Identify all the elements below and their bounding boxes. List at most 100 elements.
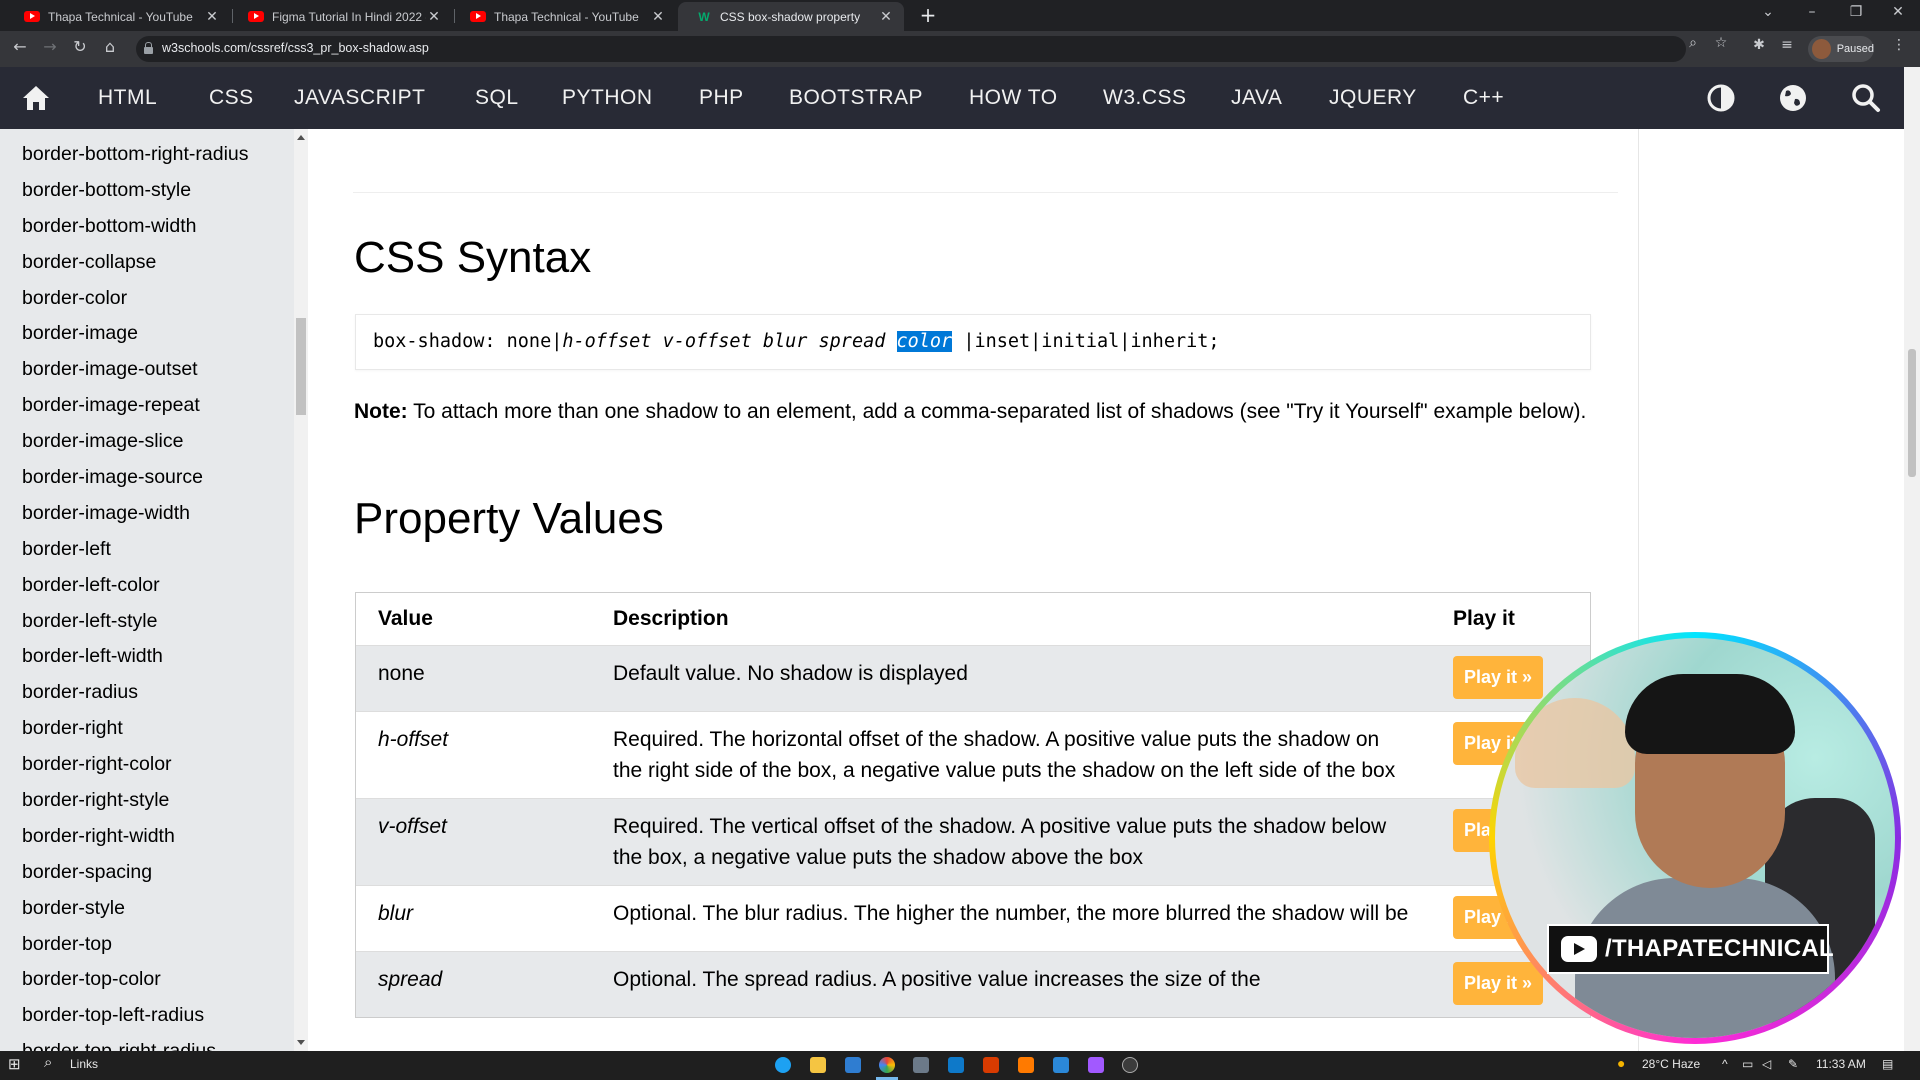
sidebar-item[interactable]: border-top-right-radius: [22, 1038, 249, 1051]
browser-tab[interactable]: Figma Tutorial In Hindi 2022 - Yo ✕: [230, 2, 452, 31]
file-explorer-icon[interactable]: [810, 1057, 826, 1073]
close-icon[interactable]: ✕: [426, 8, 442, 25]
nav-java[interactable]: JAVA: [1231, 86, 1282, 110]
sidebar-item[interactable]: border-bottom-width: [22, 213, 249, 249]
nav-cpp[interactable]: C++: [1463, 86, 1504, 110]
taskbar-search-label[interactable]: Links: [70, 1057, 98, 1071]
browser-tab[interactable]: Thapa Technical - YouTube ✕: [452, 2, 676, 31]
zoom-icon[interactable]: ⌕: [1682, 35, 1704, 51]
edge-icon[interactable]: [775, 1057, 791, 1073]
sidebar-item[interactable]: border-radius: [22, 679, 249, 715]
notification-icon[interactable]: ▤: [1882, 1057, 1893, 1071]
menu-icon[interactable]: ⋮: [1888, 37, 1910, 53]
w3schools-icon: W: [698, 9, 710, 24]
sidebar-item[interactable]: border-image-slice: [22, 428, 249, 464]
pen-icon[interactable]: ✎: [1788, 1057, 1798, 1071]
back-icon[interactable]: ←: [9, 37, 31, 56]
sidebar-item[interactable]: border-left-style: [22, 608, 249, 644]
dark-mode-icon[interactable]: [1706, 83, 1736, 113]
sidebar-item[interactable]: border-image: [22, 320, 249, 356]
nav-javascript[interactable]: JAVASCRIPT: [294, 86, 425, 110]
network-icon[interactable]: ▭: [1742, 1057, 1753, 1071]
sidebar-item[interactable]: border-right-style: [22, 787, 249, 823]
tray-chevron-icon[interactable]: ^: [1722, 1057, 1728, 1071]
sidebar-item[interactable]: border-image-repeat: [22, 392, 249, 428]
sidebar-item[interactable]: border-left-width: [22, 643, 249, 679]
sidebar-item[interactable]: border-right-width: [22, 823, 249, 859]
nav-bootstrap[interactable]: BOOTSTRAP: [789, 86, 923, 110]
browser-tab[interactable]: Thapa Technical - YouTube ✕: [6, 2, 230, 31]
close-icon[interactable]: ✕: [650, 8, 666, 25]
globe-icon[interactable]: [1778, 83, 1808, 113]
app-icon[interactable]: [1018, 1057, 1034, 1073]
reload-icon[interactable]: ↻: [69, 37, 91, 56]
tab-search-icon[interactable]: ⌄: [1758, 4, 1778, 20]
chrome-icon[interactable]: [879, 1057, 895, 1073]
vscode-icon[interactable]: [948, 1057, 964, 1073]
play-it-button[interactable]: Play it »: [1453, 655, 1544, 699]
sidebar-item[interactable]: border-collapse: [22, 249, 249, 285]
nav-sql[interactable]: SQL: [475, 86, 519, 110]
syntax-selected-text: color: [896, 331, 953, 352]
sidebar-item[interactable]: border-top-left-radius: [22, 1002, 249, 1038]
home-icon[interactable]: [22, 85, 50, 111]
sidebar-item[interactable]: border-image-source: [22, 464, 249, 500]
sidebar-item[interactable]: border-right-color: [22, 751, 249, 787]
sidebar-item[interactable]: border-left-color: [22, 572, 249, 608]
home-button-icon[interactable]: ⌂: [99, 37, 121, 56]
sidebar-item[interactable]: border-image-outset: [22, 356, 249, 392]
note-paragraph: Note: To attach more than one shadow to …: [354, 396, 1604, 427]
nav-w3css[interactable]: W3.CSS: [1103, 86, 1187, 110]
page-scrollbar[interactable]: [1904, 67, 1920, 1051]
channel-handle: /THAPATECHNICAL: [1605, 935, 1834, 962]
sidebar-item[interactable]: border-style: [22, 895, 249, 931]
extensions-icon[interactable]: ✱: [1748, 37, 1770, 53]
sidebar-item[interactable]: border-color: [22, 285, 249, 321]
sidebar-item[interactable]: border-top-color: [22, 966, 249, 1002]
figma-icon[interactable]: [1088, 1057, 1104, 1073]
page-scroll-thumb[interactable]: [1908, 349, 1916, 477]
nav-php[interactable]: PHP: [699, 86, 744, 110]
taskbar-search-icon[interactable]: ⌕: [44, 1054, 52, 1071]
nav-jquery[interactable]: JQUERY: [1329, 86, 1417, 110]
sidebar-list: border-bottom-right-radius border-bottom…: [22, 141, 249, 1051]
scroll-up-icon[interactable]: [297, 135, 305, 140]
close-icon[interactable]: ✕: [878, 8, 894, 25]
play-it-button[interactable]: Play it »: [1453, 961, 1544, 1005]
reading-list-icon[interactable]: ≡: [1776, 37, 1798, 53]
profile-button[interactable]: Paused: [1808, 36, 1874, 62]
close-icon[interactable]: ✕: [204, 8, 220, 25]
app-icon[interactable]: [1053, 1057, 1069, 1073]
sidebar-item[interactable]: border-top: [22, 931, 249, 967]
sidebar-item[interactable]: border-bottom-style: [22, 177, 249, 213]
bookmark-star-icon[interactable]: ☆: [1710, 35, 1732, 51]
weather-text[interactable]: 28°C Haze: [1642, 1057, 1700, 1071]
sidebar-item[interactable]: border-spacing: [22, 859, 249, 895]
nav-how-to[interactable]: HOW TO: [969, 86, 1058, 110]
nav-css[interactable]: CSS: [209, 86, 254, 110]
sidebar-scroll-thumb[interactable]: [296, 318, 306, 415]
scroll-down-icon[interactable]: [297, 1040, 305, 1045]
clock-time[interactable]: 11:33 AM: [1816, 1057, 1866, 1071]
sidebar-item[interactable]: border-image-width: [22, 500, 249, 536]
app-icon[interactable]: [913, 1057, 929, 1073]
nav-python[interactable]: PYTHON: [562, 86, 653, 110]
office-icon[interactable]: [983, 1057, 999, 1073]
browser-tab-active[interactable]: W CSS box-shadow property ✕: [678, 2, 904, 31]
minimize-icon[interactable]: –: [1802, 4, 1822, 20]
clock-app-icon[interactable]: [1122, 1057, 1138, 1073]
mail-icon[interactable]: [845, 1057, 861, 1073]
sidebar-item[interactable]: border-right: [22, 715, 249, 751]
new-tab-button[interactable]: +: [916, 3, 940, 27]
volume-icon[interactable]: ◁: [1762, 1057, 1771, 1071]
sidebar-scrollbar[interactable]: [294, 129, 308, 1051]
windows-start-icon[interactable]: ⊞: [8, 1055, 21, 1073]
restore-icon[interactable]: ❐: [1846, 4, 1866, 20]
sidebar-item[interactable]: border-bottom-right-radius: [22, 141, 249, 177]
nav-html[interactable]: HTML: [98, 86, 157, 110]
window-close-icon[interactable]: ✕: [1888, 4, 1908, 20]
sidebar-item[interactable]: border-left: [22, 536, 249, 572]
address-bar[interactable]: w3schools.com/cssref/css3_pr_box-shadow.…: [136, 35, 1727, 62]
search-icon[interactable]: [1851, 83, 1881, 113]
forward-icon[interactable]: →: [39, 37, 61, 56]
